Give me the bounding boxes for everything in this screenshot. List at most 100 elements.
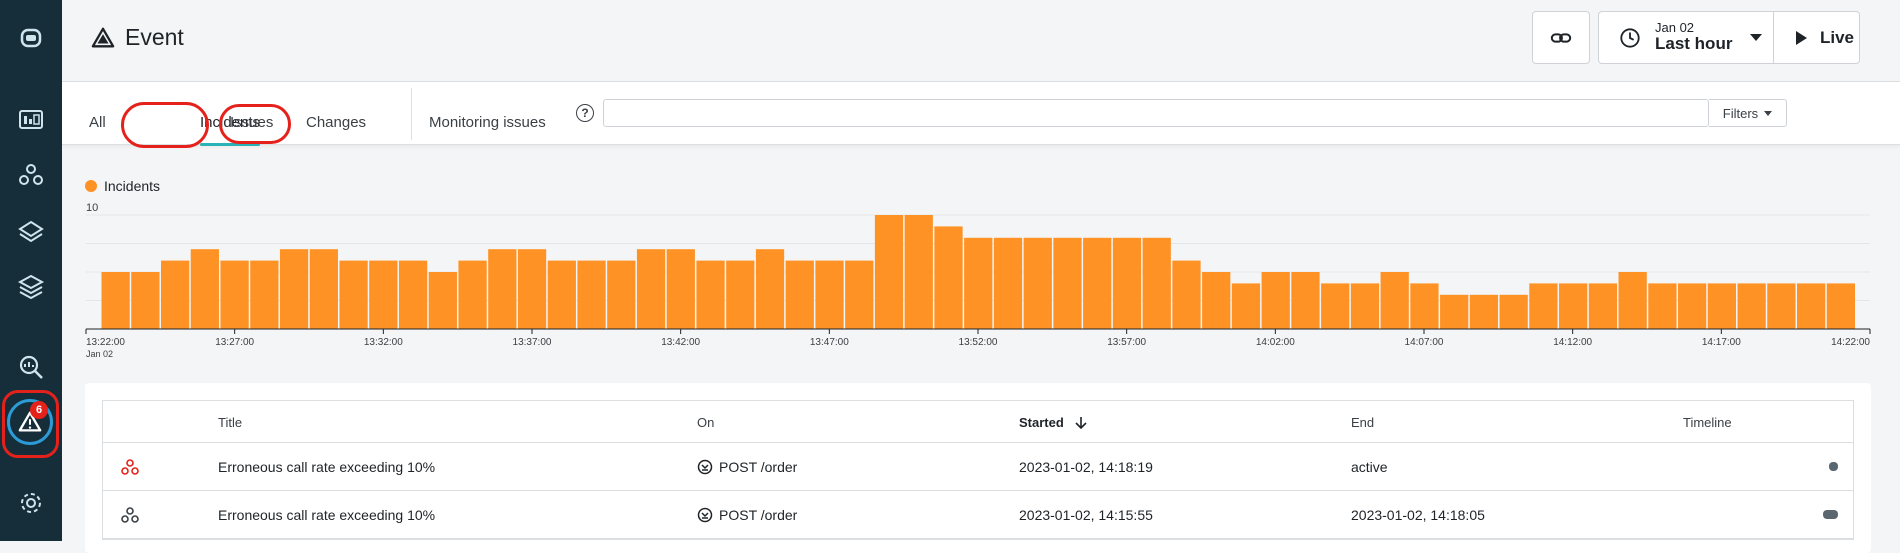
chart-bar[interactable] (1291, 272, 1320, 329)
chart-bar[interactable] (1767, 283, 1796, 329)
y-tick-label: 10 (86, 202, 98, 214)
chart-bar[interactable] (428, 272, 457, 329)
chart-bar[interactable] (1737, 283, 1766, 329)
help-icon[interactable]: ? (576, 104, 594, 122)
chart-bar[interactable] (1469, 294, 1499, 329)
chart-bar[interactable] (785, 260, 814, 329)
table-header-row: Title On Started End Timeline (103, 401, 1853, 443)
chart-bar[interactable] (1202, 272, 1231, 329)
row-timeline-bar (1829, 462, 1838, 471)
incidents-table-card: Title On Started End Timeline Erroneous … (85, 383, 1871, 553)
endpoint-icon (697, 507, 713, 523)
chart-bar[interactable] (1410, 283, 1439, 329)
chart-bar[interactable] (1112, 237, 1142, 329)
chart-bar[interactable] (993, 237, 1023, 329)
chart-bar[interactable] (1321, 283, 1350, 329)
chart-legend: Incidents (85, 178, 160, 194)
chart-bar[interactable] (726, 260, 755, 329)
table-row[interactable]: Erroneous call rate exceeding 10% POST /… (103, 443, 1853, 491)
column-title[interactable]: Title (218, 415, 242, 430)
chart-bar[interactable] (160, 260, 190, 329)
chart-bar[interactable] (1231, 283, 1261, 329)
row-title[interactable]: Erroneous call rate exceeding 10% (218, 459, 435, 475)
legend-label: Incidents (104, 178, 161, 194)
page-header: Event Jan 02 Last hour Live (62, 0, 1900, 82)
chart-bar[interactable] (250, 260, 279, 329)
column-end[interactable]: End (1351, 415, 1374, 430)
copy-link-button[interactable] (1532, 11, 1590, 64)
chart-bar[interactable] (874, 215, 904, 329)
robot-icon[interactable] (11, 18, 51, 58)
chart-bar[interactable] (934, 226, 963, 329)
chart-bar[interactable] (1588, 283, 1618, 329)
chart-bar[interactable] (1053, 237, 1082, 329)
chart-bar[interactable] (488, 249, 517, 329)
chart-bar[interactable] (517, 249, 547, 329)
chart-bar[interactable] (398, 260, 428, 329)
x-tick-label: 13:22:00 (86, 337, 125, 348)
dashboard-icon[interactable] (11, 100, 51, 140)
chart-bar[interactable] (1380, 272, 1409, 329)
chart-bar[interactable] (904, 215, 933, 329)
chart-bar[interactable] (1826, 283, 1855, 329)
chart-bar[interactable] (1707, 283, 1737, 329)
services-icon[interactable] (11, 155, 51, 195)
chart-bar[interactable] (458, 260, 487, 329)
chart-bar[interactable] (1142, 237, 1171, 329)
chart-bar[interactable] (607, 260, 636, 329)
chart-bar[interactable] (1559, 283, 1588, 329)
chart-bar[interactable] (369, 260, 398, 329)
chart-bar[interactable] (666, 249, 695, 329)
live-button[interactable]: Live (1773, 11, 1860, 64)
filters-label: Filters (1722, 105, 1759, 121)
chart-bar[interactable] (696, 260, 725, 329)
tab-changes[interactable]: Changes (306, 114, 366, 131)
table-row[interactable]: Erroneous call rate exceeding 10% POST /… (103, 491, 1853, 539)
chart-bar[interactable] (845, 260, 874, 329)
endpoint-icon (697, 459, 713, 475)
x-tick-label: 13:57:00 (1107, 337, 1146, 348)
chart-bar[interactable] (1529, 283, 1558, 329)
chart-bar[interactable] (309, 249, 338, 329)
chart-bar[interactable] (1023, 237, 1052, 329)
chart-bar[interactable] (101, 272, 130, 329)
chart-bar[interactable] (1499, 294, 1528, 329)
chart-bar[interactable] (577, 260, 606, 329)
issues-annotation (219, 104, 291, 144)
chevron-down-icon (1764, 110, 1773, 116)
timeframe-selector[interactable]: Jan 02 Last hour (1598, 11, 1774, 64)
chart-bar[interactable] (1350, 283, 1380, 329)
row-title[interactable]: Erroneous call rate exceeding 10% (218, 507, 435, 523)
settings-icon[interactable] (11, 483, 51, 523)
chart-bar[interactable] (1172, 260, 1201, 329)
chart-bar[interactable] (755, 249, 785, 329)
filter-search-input[interactable] (603, 99, 1709, 127)
chart-bar[interactable] (547, 260, 576, 329)
timeframe-label: Last hour (1655, 34, 1733, 54)
sort-arrow-down-icon (1075, 417, 1087, 430)
column-on[interactable]: On (697, 415, 714, 430)
chart-bar[interactable] (1797, 283, 1826, 329)
chart-bar[interactable] (339, 260, 368, 329)
chart-bar[interactable] (1618, 272, 1647, 329)
chart-bar[interactable] (815, 260, 844, 329)
chart-bar[interactable] (1083, 237, 1112, 329)
chart-bar[interactable] (1678, 283, 1707, 329)
event-title-icon (91, 27, 115, 48)
chart-bar[interactable] (1648, 283, 1677, 329)
chart-bar[interactable] (636, 249, 666, 329)
chart-bar[interactable] (131, 272, 160, 329)
filters-button[interactable]: Filters (1709, 99, 1787, 127)
chart-bar[interactable] (220, 260, 249, 329)
tab-all[interactable]: All (89, 114, 106, 131)
column-timeline[interactable]: Timeline (1683, 415, 1732, 430)
chart-bar[interactable] (1440, 294, 1469, 329)
chart-bar[interactable] (1261, 272, 1290, 329)
column-started[interactable]: Started (1019, 415, 1087, 430)
chart-bar[interactable] (190, 249, 219, 329)
chart-bar[interactable] (964, 237, 993, 329)
chart-bar[interactable] (279, 249, 309, 329)
tab-monitoring-issues[interactable]: Monitoring issues (429, 114, 546, 131)
x-tick-label: 13:32:00 (364, 337, 403, 348)
timeframe-date: Jan 02 (1655, 20, 1695, 35)
